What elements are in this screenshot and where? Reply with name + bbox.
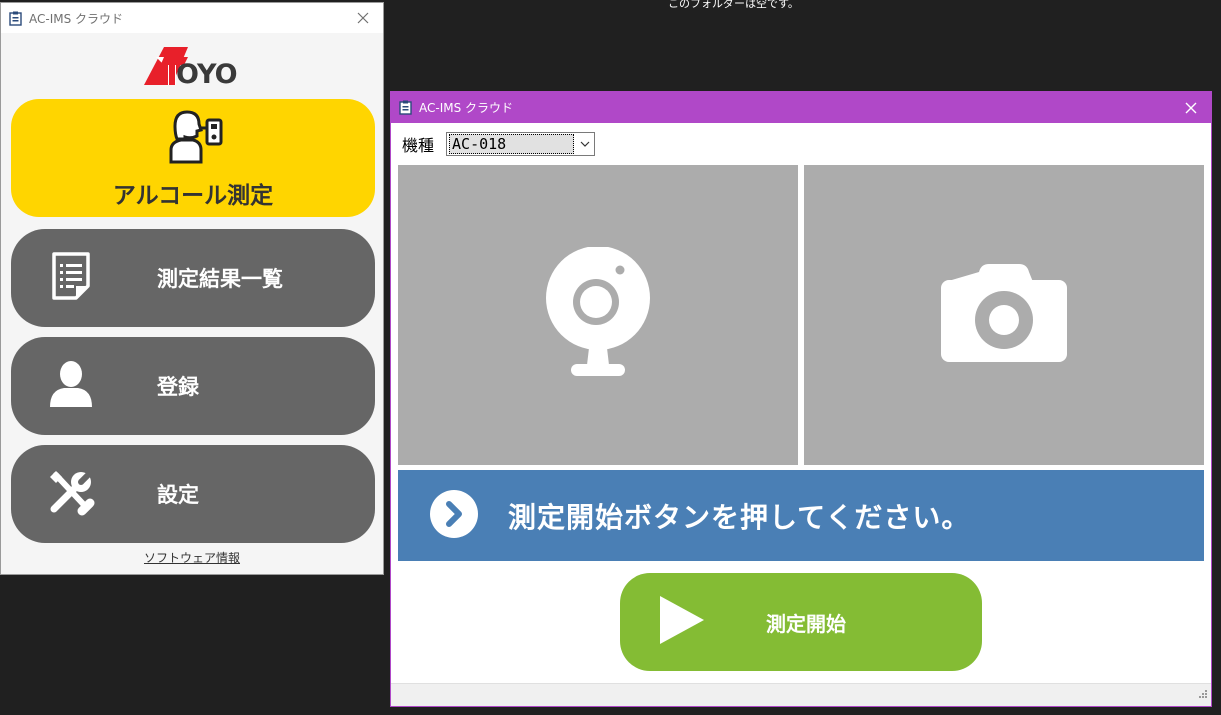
model-label: 機種 bbox=[402, 136, 435, 155]
chevron-right-circle-icon bbox=[430, 489, 478, 542]
model-select[interactable]: AC-018 bbox=[446, 132, 596, 156]
tools-icon bbox=[46, 467, 96, 521]
window-title: AC-IMS クラウド bbox=[29, 11, 124, 26]
alcohol-measure-button[interactable]: アルコール測定 bbox=[11, 99, 375, 217]
person-breathalyzer-icon bbox=[161, 106, 225, 170]
status-message-text: 測定開始ボタンを押してください。 bbox=[508, 500, 971, 534]
main-menu-titlebar[interactable]: AC-IMS クラウド bbox=[1, 3, 383, 33]
model-row: 機種 AC-018 bbox=[402, 132, 596, 156]
register-label: 登録 bbox=[157, 375, 199, 399]
settings-button[interactable]: 設定 bbox=[11, 445, 375, 543]
alcohol-measure-label: アルコール測定 bbox=[112, 183, 274, 209]
svg-text:OYO: OYO bbox=[176, 59, 237, 87]
resize-grip-icon[interactable] bbox=[1198, 684, 1208, 703]
app-icon bbox=[9, 11, 22, 26]
start-measurement-label: 測定開始 bbox=[766, 611, 846, 636]
document-list-icon bbox=[50, 252, 92, 304]
results-list-button[interactable]: 測定結果一覧 bbox=[11, 229, 375, 327]
toyo-logo: OYO bbox=[142, 45, 244, 90]
status-bar bbox=[391, 683, 1211, 706]
camera-icon bbox=[939, 262, 1069, 368]
settings-label: 設定 bbox=[157, 483, 199, 507]
status-message-bar: 測定開始ボタンを押してください。 bbox=[398, 470, 1204, 561]
chevron-down-icon[interactable] bbox=[576, 141, 594, 147]
measurement-titlebar[interactable]: AC-IMS クラウド bbox=[391, 92, 1211, 123]
person-icon bbox=[48, 360, 94, 412]
app-icon bbox=[399, 100, 412, 115]
webcam-panel bbox=[398, 165, 798, 465]
camera-panel bbox=[804, 165, 1204, 465]
webcam-icon bbox=[545, 246, 651, 383]
start-measurement-button[interactable]: 測定開始 bbox=[620, 573, 982, 671]
close-icon[interactable] bbox=[1171, 93, 1211, 123]
measurement-window: AC-IMS クラウド 機種 AC-018 測定開始ボタンを押してください。 測… bbox=[390, 91, 1212, 707]
play-icon bbox=[658, 594, 706, 650]
window-title: AC-IMS クラウド bbox=[419, 101, 514, 115]
close-icon[interactable] bbox=[343, 3, 383, 33]
register-button[interactable]: 登録 bbox=[11, 337, 375, 435]
desktop-empty-folder-text: このフォルダーは空です。 bbox=[668, 0, 799, 10]
results-list-label: 測定結果一覧 bbox=[157, 267, 283, 291]
main-menu-window: AC-IMS クラウド OYO アルコール測定 測定結果一覧 登録 設定 ソフト… bbox=[0, 2, 384, 575]
model-selected-value: AC-018 bbox=[449, 134, 575, 154]
software-info-link[interactable]: ソフトウェア情報 bbox=[1, 549, 383, 566]
